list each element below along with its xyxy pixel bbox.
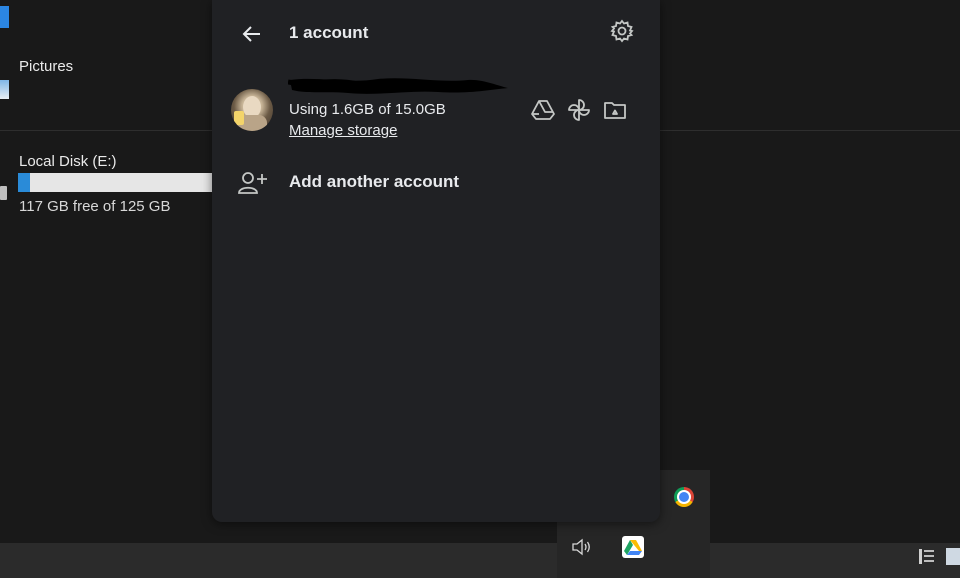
storage-usage-text: Using 1.6GB of 15.0GB [289,101,446,118]
shared-folder-icon[interactable] [602,97,628,123]
disk-free-text: 117 GB free of 125 GB [19,198,171,215]
account-avatar[interactable] [231,89,273,131]
folder-icon [0,6,9,28]
add-account-label: Add another account [289,172,460,191]
google-drive-tray-icon[interactable] [622,536,644,558]
pictures-folder-label[interactable]: Pictures [19,58,73,75]
back-arrow-icon[interactable] [240,22,264,46]
pinwheel-photos-icon[interactable] [566,97,592,123]
settings-gear-icon[interactable] [609,18,635,44]
chrome-icon[interactable] [674,487,694,507]
popup-title: 1 account [289,23,369,42]
redacted-account-name [288,78,508,94]
taskbar-icon[interactable] [918,548,936,565]
google-drive-icon[interactable] [530,97,556,123]
disk-usage-fill [18,173,31,192]
taskbar-app-icon[interactable] [946,548,960,565]
disk-usage-bar [18,173,212,192]
add-another-account-button[interactable]: Add another account [237,166,487,200]
taskbar [0,543,960,578]
add-person-icon [237,168,269,198]
pictures-folder-icon[interactable] [0,80,9,99]
disk-drive-icon[interactable] [0,186,7,200]
volume-icon[interactable] [571,537,593,557]
disk-label[interactable]: Local Disk (E:) [19,153,117,170]
avatar-sign [234,111,244,125]
manage-storage-link[interactable]: Manage storage [289,122,397,139]
